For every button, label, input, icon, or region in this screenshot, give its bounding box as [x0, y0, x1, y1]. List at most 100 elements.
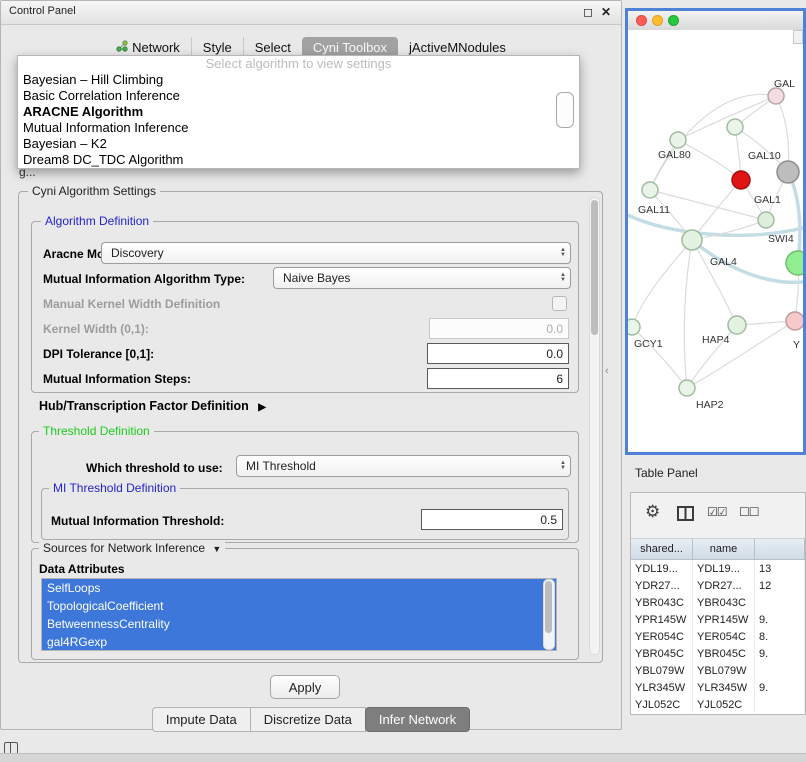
hub-expand-icon[interactable]: ▶: [258, 402, 266, 413]
tab-label: Network: [132, 40, 180, 55]
hub-section-label[interactable]: Hub/Transcription Factor Definition ▶: [39, 399, 266, 413]
network-scrollbar-fragment[interactable]: [793, 30, 803, 44]
mi-type-combo[interactable]: Naive Bayes ▲▼: [273, 267, 571, 289]
network-node[interactable]: [786, 312, 803, 330]
network-node[interactable]: [642, 182, 658, 198]
network-node[interactable]: [777, 161, 799, 183]
bottom-tab-infer-network[interactable]: Infer Network: [365, 707, 470, 732]
table-cell: YBR043C: [693, 594, 755, 611]
network-node[interactable]: [768, 88, 784, 104]
bottom-tab-discretize-data[interactable]: Discretize Data: [250, 707, 366, 732]
table-cell: YBL079W: [693, 662, 755, 679]
close-window-icon[interactable]: [636, 15, 647, 26]
panel-resize-handle[interactable]: ‹: [605, 365, 609, 377]
table-column-header[interactable]: shared...: [631, 539, 693, 560]
mi-threshold-input[interactable]: 0.5: [421, 509, 563, 530]
table-body: YDL19...YDL19...13YDR27...YDR27...12YBR0…: [631, 560, 805, 714]
table-row[interactable]: YJL052CYJL052C: [631, 696, 805, 713]
table-row[interactable]: YER054CYER054C8.: [631, 628, 805, 645]
algorithm-option-basic-correlation-inference[interactable]: Basic Correlation Inference: [18, 88, 579, 104]
table-row[interactable]: YDR27...YDR27...12: [631, 577, 805, 594]
algorithm-option-aracne-algorithm[interactable]: ARACNE Algorithm: [18, 104, 579, 120]
table-row[interactable]: YPR145WYPR145W9.: [631, 611, 805, 628]
algorithm-option-bayesian-hill-climbing[interactable]: Bayesian – Hill Climbing: [18, 72, 579, 88]
network-node[interactable]: [728, 316, 746, 334]
table-column-header[interactable]: name: [693, 539, 755, 560]
network-node[interactable]: [727, 119, 743, 135]
settings-scrollbar-thumb[interactable]: [591, 200, 598, 335]
aracne-mode-value: Discovery: [111, 246, 164, 260]
table-cell: YDL19...: [693, 560, 755, 577]
table-cell: 13: [755, 560, 805, 577]
network-node[interactable]: [732, 171, 750, 189]
data-attributes-list[interactable]: SelfLoopsTopologicalCoefficientBetweenne…: [41, 578, 557, 651]
columns-icon[interactable]: [677, 506, 694, 526]
network-node[interactable]: [786, 251, 803, 275]
tab-label: Cyni Toolbox: [313, 40, 387, 55]
table-header-row: shared...name: [631, 539, 805, 560]
attribute-item-selfloops[interactable]: SelfLoops: [42, 579, 556, 597]
mi-steps-input[interactable]: 6: [427, 368, 569, 389]
tab-label: Style: [203, 40, 232, 55]
table-cell: YER054C: [631, 628, 693, 645]
algorithm-option-dream8-dc-tdc-algorithm[interactable]: Dream8 DC_TDC Algorithm: [18, 152, 579, 168]
algorithm-option-mutual-information-inference[interactable]: Mutual Information Inference: [18, 120, 579, 136]
network-edge: [632, 240, 692, 327]
which-threshold-combo[interactable]: MI Threshold ▲▼: [236, 455, 571, 477]
mi-threshold-legend: MI Threshold Definition: [49, 481, 180, 495]
table-column-header[interactable]: [755, 539, 805, 560]
popup-scrollbar-thumb[interactable]: [556, 92, 574, 128]
network-node-label: GCY1: [634, 338, 663, 350]
network-tab-icon: [116, 40, 128, 55]
dpi-tolerance-label: DPI Tolerance [0,1]:: [43, 347, 154, 361]
dpi-tolerance-input[interactable]: 0.0: [427, 343, 569, 364]
table-row[interactable]: YBL079WYBL079W: [631, 662, 805, 679]
network-node[interactable]: [679, 380, 695, 396]
kernel-width-input[interactable]: 0.0: [429, 318, 569, 339]
aracne-mode-combo[interactable]: Discovery ▲▼: [101, 242, 571, 264]
close-panel-icon[interactable]: ✕: [601, 5, 611, 19]
gear-icon[interactable]: ⚙: [645, 502, 660, 522]
network-node[interactable]: [682, 230, 702, 250]
table-row[interactable]: YLR345WYLR345W9.: [631, 679, 805, 696]
attribute-item-topologicalcoefficient[interactable]: TopologicalCoefficient: [42, 597, 556, 615]
table-cell: YLR345W: [631, 679, 693, 696]
attribute-item-gal4rgexp[interactable]: gal4RGexp: [42, 633, 556, 651]
network-node-label: GAL10: [748, 150, 781, 162]
sources-collapse-icon[interactable]: ▼: [212, 544, 221, 554]
table-panel-window: ⚙ ☑☑ ☐☐ shared...name YDL19...YDL19...13…: [630, 492, 806, 715]
table-row[interactable]: YBR043CYBR043C: [631, 594, 805, 611]
network-node-label: GAL80: [658, 149, 691, 161]
table-cell: 9.: [755, 611, 805, 628]
table-cell: YDR27...: [693, 577, 755, 594]
network-node[interactable]: [628, 319, 640, 335]
manual-kernel-checkbox[interactable]: [552, 296, 567, 311]
sources-legend[interactable]: Sources for Network Inference ▼: [39, 541, 225, 555]
table-toolbar: ⚙ ☑☑ ☐☐: [631, 493, 805, 539]
select-all-checks-icon[interactable]: ☑☑: [707, 505, 727, 519]
threshold-definition-legend: Threshold Definition: [39, 424, 154, 438]
bottom-tab-impute-data[interactable]: Impute Data: [152, 707, 251, 732]
network-node[interactable]: [758, 212, 774, 228]
kernel-width-label: Kernel Width (0,1):: [43, 322, 149, 336]
deselect-all-checks-icon[interactable]: ☐☐: [739, 505, 759, 519]
zoom-window-icon[interactable]: [668, 15, 679, 26]
minimize-window-icon[interactable]: [652, 15, 663, 26]
float-panel-icon[interactable]: ◻: [583, 5, 593, 19]
algorithm-option-bayesian-k2[interactable]: Bayesian – K2: [18, 136, 579, 152]
apply-button[interactable]: Apply: [270, 675, 340, 699]
table-row[interactable]: YDL19...YDL19...13: [631, 560, 805, 577]
table-cell: YER054C: [693, 628, 755, 645]
table-row[interactable]: YBR045CYBR045C9.: [631, 645, 805, 662]
list-scrollbar-thumb[interactable]: [545, 581, 552, 633]
settings-scrollbar-track[interactable]: [589, 197, 600, 655]
network-node-label: Y: [793, 339, 800, 351]
mi-type-value: Naive Bayes: [283, 271, 350, 285]
table-cell: YJL052C: [631, 696, 693, 713]
stepper-icon: ▲▼: [560, 273, 566, 283]
network-node[interactable]: [670, 132, 686, 148]
list-scrollbar-track[interactable]: [543, 579, 555, 650]
network-node-label: SWI4: [768, 233, 794, 245]
attribute-item-betweennesscentrality[interactable]: BetweennessCentrality: [42, 615, 556, 633]
network-canvas[interactable]: GALGAL80GAL10GAL11GAL1SWI4GAL4GCY1HAP4YH…: [628, 30, 803, 452]
